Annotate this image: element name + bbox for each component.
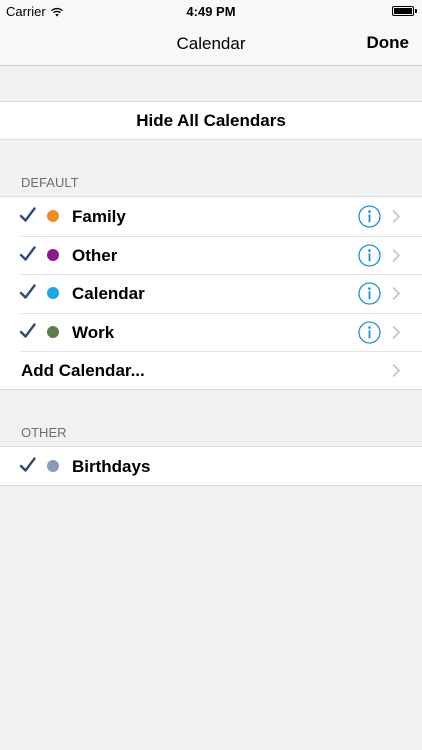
other-calendar-list: Birthdays (0, 446, 422, 486)
calendar-row-birthdays[interactable]: Birthdays (0, 447, 422, 486)
calendar-label: Family (72, 207, 126, 226)
chevron-right-icon (392, 364, 401, 378)
chevron-right-icon (392, 248, 401, 262)
page-title: Calendar (176, 34, 246, 53)
info-circle-icon[interactable] (358, 282, 381, 305)
battery-fill (394, 8, 412, 14)
checkmark-icon (19, 245, 36, 261)
status-time: 4:49 PM (186, 4, 236, 19)
calendar-color-dot (47, 248, 59, 261)
chevron-right-icon (392, 287, 401, 301)
calendar-color-dot (47, 325, 59, 338)
calendar-label: Work (72, 322, 115, 342)
calendar-label: Birthdays (72, 457, 151, 476)
calendar-color-dot (47, 460, 59, 472)
section-header-default: DEFAULT (21, 175, 79, 190)
checkmark-icon (19, 323, 36, 338)
chevron-right-icon (392, 209, 401, 224)
battery-nub (415, 9, 417, 13)
status-bar: Carrier 4:49 PM (0, 0, 422, 22)
default-calendar-list: Family Other Calendar Work Add Calendar.… (0, 196, 422, 390)
checkmark-icon (19, 457, 36, 472)
info-circle-icon[interactable] (358, 205, 381, 228)
calendar-row-family[interactable]: Family (0, 197, 422, 236)
add-calendar-label: Add Calendar... (21, 361, 145, 381)
calendar-row-other[interactable]: Other (0, 235, 422, 275)
done-button[interactable]: Done (367, 33, 410, 53)
calendar-row-work[interactable]: Work (0, 312, 422, 352)
checkmark-icon (19, 284, 36, 299)
info-circle-icon[interactable] (358, 243, 381, 267)
battery-icon (392, 6, 417, 16)
section-header-other: OTHER (21, 425, 67, 440)
calendar-label: Calendar (72, 284, 145, 304)
hide-all-calendars-button[interactable]: Hide All Calendars (0, 101, 422, 140)
info-circle-icon[interactable] (358, 321, 381, 344)
checkmark-icon (19, 207, 36, 222)
chevron-right-icon (392, 325, 401, 339)
calendar-row-calendar[interactable]: Calendar (0, 274, 422, 313)
add-calendar-row[interactable]: Add Calendar... (0, 351, 422, 390)
calendar-color-dot (47, 287, 59, 300)
calendar-label: Other (72, 245, 118, 265)
calendar-color-dot (47, 210, 59, 222)
navigation-bar: Calendar Done (0, 22, 422, 66)
